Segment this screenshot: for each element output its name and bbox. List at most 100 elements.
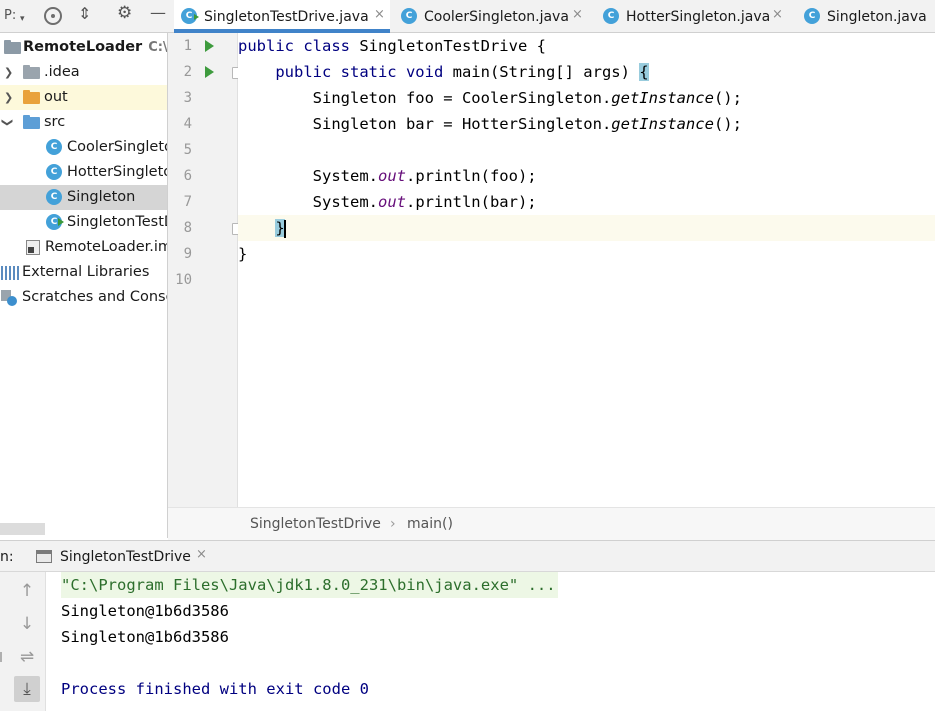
- breadcrumb-separator: ›: [390, 516, 396, 532]
- line-number: 8: [183, 220, 192, 236]
- tree-horizontal-scrollbar[interactable]: [0, 523, 45, 535]
- module-file-icon: [26, 240, 40, 255]
- line-number: 3: [183, 90, 192, 106]
- scratches-icon: [1, 290, 17, 306]
- line-number: 1: [183, 38, 192, 54]
- runnable-class-icon: C: [46, 214, 64, 230]
- tab-label: HotterSingleton.java: [626, 9, 771, 25]
- tree-item-singletontestdrive[interactable]: C SingletonTestD: [0, 210, 168, 235]
- code-line-current: }: [238, 215, 935, 241]
- tree-item-src[interactable]: ❯ src: [0, 110, 167, 135]
- tab-singleton[interactable]: C Singleton.java: [802, 0, 935, 33]
- tab-singletontestdrive[interactable]: C SingletonTestDrive.java ×: [174, 0, 390, 33]
- tree-item-out[interactable]: ❯ out: [0, 85, 167, 110]
- tree-item-label: Singleton: [67, 189, 136, 205]
- run-gutter-icon[interactable]: [205, 66, 214, 78]
- locate-icon[interactable]: [44, 7, 62, 25]
- chevron-down-icon[interactable]: ❯: [0, 118, 20, 127]
- code-line: Singleton bar = HotterSingleton.getInsta…: [238, 115, 742, 133]
- console-line: Singleton@1b6d3586: [61, 602, 229, 620]
- project-toolbar: P: ▾ ⇕ ⚙ —: [0, 0, 168, 33]
- close-icon[interactable]: ×: [572, 0, 583, 32]
- breadcrumb: SingletonTestDrive › main(): [168, 507, 935, 540]
- tree-item-idea[interactable]: ❯ .idea: [0, 60, 167, 85]
- run-badge-icon: [58, 218, 64, 226]
- editor-tab-bar: C SingletonTestDrive.java × C CoolerSing…: [168, 0, 935, 33]
- run-gutter-icon[interactable]: [205, 40, 214, 52]
- editor-gutter[interactable]: 1 2 3 4 5 6 7 8 9 10: [168, 33, 243, 507]
- runnable-class-icon: C: [181, 8, 199, 24]
- chevron-right-icon[interactable]: ❯: [4, 85, 13, 110]
- tree-item-label: .idea: [44, 64, 80, 80]
- tab-label: Singleton.java: [827, 9, 927, 25]
- arrow-down-icon[interactable]: ↓: [14, 611, 40, 637]
- project-view-dropdown-icon[interactable]: ▾: [20, 10, 25, 28]
- code-line: System.out.println(foo);: [238, 167, 537, 185]
- tree-root-remoteloader[interactable]: RemoteLoader C:\U: [0, 35, 167, 60]
- class-icon: C: [46, 189, 62, 205]
- code-line: public static void main(String[] args) {: [238, 63, 649, 81]
- tab-coolersingleton[interactable]: C CoolerSingleton.java ×: [396, 0, 592, 33]
- tree-item-label: RemoteLoader.iml: [45, 239, 168, 255]
- close-icon[interactable]: ×: [196, 539, 207, 571]
- tree-item-coolersingleton[interactable]: C CoolerSingleto: [0, 135, 168, 160]
- folder-icon: [23, 65, 40, 79]
- breadcrumb-item-method[interactable]: main(): [407, 508, 453, 541]
- run-badge-icon: [194, 14, 199, 20]
- run-panel-header: n: SingletonTestDrive ×: [0, 540, 935, 572]
- line-number: 6: [183, 168, 192, 184]
- tree-item-remoteloader-iml[interactable]: RemoteLoader.iml: [0, 235, 168, 260]
- arrow-up-icon[interactable]: ↑: [14, 578, 40, 604]
- collapse-all-icon[interactable]: ⇕: [78, 5, 91, 23]
- libraries-icon: [1, 266, 19, 280]
- console-output[interactable]: "C:\Program Files\Java\jdk1.8.0_231\bin\…: [46, 572, 935, 711]
- project-tree: RemoteLoader C:\U ❯ .idea ❯ out ❯ src C C…: [0, 33, 168, 538]
- tab-hottersingleton[interactable]: C HotterSingleton.java ×: [600, 0, 790, 33]
- tab-label: SingletonTestDrive.java: [204, 9, 369, 25]
- close-icon[interactable]: ×: [374, 0, 385, 32]
- close-icon[interactable]: ×: [772, 0, 783, 32]
- breadcrumb-item-class[interactable]: SingletonTestDrive: [250, 508, 381, 541]
- code-line: public class SingletonTestDrive {: [238, 37, 546, 55]
- line-number: 4: [183, 116, 192, 132]
- tree-item-label: External Libraries: [22, 264, 150, 280]
- gear-icon[interactable]: ⚙: [117, 4, 132, 22]
- console-command-line[interactable]: "C:\Program Files\Java\jdk1.8.0_231\bin\…: [61, 572, 558, 598]
- class-icon: C: [804, 8, 820, 24]
- folder-icon: [23, 90, 40, 104]
- code-line: }: [238, 245, 248, 263]
- class-icon: C: [401, 8, 417, 24]
- minimize-icon[interactable]: —: [150, 4, 166, 22]
- tree-item-hottersingleton[interactable]: C HotterSingleto: [0, 160, 168, 185]
- tree-item-label: Scratches and Consol: [22, 289, 168, 305]
- tree-item-label: SingletonTestD: [67, 214, 168, 230]
- code-line: System.out.println(bar);: [238, 193, 537, 211]
- tab-run-singletontestdrive[interactable]: SingletonTestDrive ×: [30, 541, 212, 573]
- tree-item-external-libraries[interactable]: External Libraries: [0, 260, 167, 285]
- tool-window-stripe: [0, 652, 2, 662]
- code-line: Singleton foo = CoolerSingleton.getInsta…: [238, 89, 742, 107]
- tree-item-scratches[interactable]: Scratches and Consol: [0, 285, 168, 310]
- class-icon: C: [46, 164, 62, 180]
- tree-item-singleton[interactable]: C Singleton: [0, 185, 167, 210]
- tree-item-label: HotterSingleto: [67, 164, 168, 180]
- chevron-right-icon[interactable]: ❯: [4, 60, 13, 85]
- code-editor[interactable]: public class SingletonTestDrive { public…: [238, 33, 935, 507]
- run-panel-label: n:: [0, 549, 14, 565]
- line-number: 10: [175, 272, 192, 288]
- text-caret: [283, 219, 286, 238]
- class-icon: C: [603, 8, 619, 24]
- project-view-label[interactable]: P:: [4, 7, 16, 25]
- folder-icon: [23, 115, 40, 129]
- module-folder-icon: [4, 40, 21, 54]
- class-icon: C: [46, 139, 62, 155]
- line-number: 9: [183, 246, 192, 262]
- tree-item-label: CoolerSingleto: [67, 139, 168, 155]
- scroll-to-end-icon[interactable]: ⤓: [14, 676, 40, 702]
- run-side-toolbar: ↑ ↓ ⇌ ⤓: [0, 572, 46, 711]
- soft-wrap-icon[interactable]: ⇌: [14, 644, 40, 670]
- console-exit-line: Process finished with exit code 0: [61, 680, 369, 698]
- tree-root-name: RemoteLoader: [23, 39, 143, 55]
